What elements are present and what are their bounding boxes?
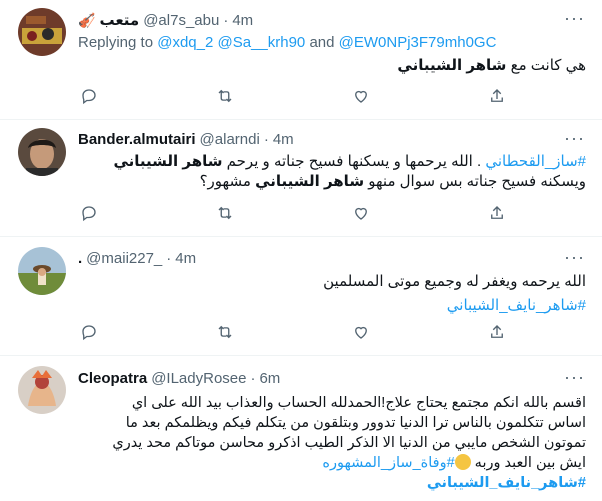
display-name[interactable]: Cleopatra	[78, 370, 147, 387]
tweet-line: اساس تتكلمون بالناس ترا الدنيا تدوور وبت…	[125, 415, 586, 431]
tweet[interactable]: Cleopatra @ILadyRosee · 6m ··· اقسم بالل…	[0, 356, 602, 501]
avatar[interactable]	[18, 128, 66, 176]
timestamp[interactable]: 4m	[273, 131, 294, 148]
display-name[interactable]: متعب	[99, 11, 139, 29]
tweet-actions	[78, 202, 508, 224]
name-badge: 🎻	[78, 11, 96, 28]
smile-emoji-icon	[454, 454, 471, 470]
hashtag-link[interactable]: #ساز_القحطاني	[485, 153, 586, 170]
more-options-icon[interactable]: ···	[564, 129, 584, 152]
dot-separator: ·	[263, 131, 269, 148]
like-icon[interactable]	[350, 321, 372, 343]
hashtag-link[interactable]: #وفاة_ساز_المشهوره	[322, 455, 454, 471]
display-name[interactable]: Bander.almutairi	[78, 131, 196, 148]
user-handle[interactable]: @maii227_	[86, 250, 162, 267]
avatar[interactable]	[18, 247, 66, 295]
user-handle[interactable]: @ILadyRosee	[151, 370, 246, 387]
tweet-text-plain: مشهور؟	[199, 173, 251, 190]
tweet-text: هي كانت مع شاهر الشيباني	[78, 56, 586, 76]
display-name[interactable]: .	[78, 250, 82, 267]
retweet-icon[interactable]	[214, 202, 236, 224]
replying-handle-link[interactable]: @EW0NPj3F79mh0GC	[339, 34, 497, 51]
tweet-header: 🎻 متعب @al7s_abu · 4m	[78, 11, 253, 30]
retweet-icon[interactable]	[214, 321, 236, 343]
tweet-text: #ساز_القحطاني . الله يرحمها و يسكنها فسي…	[78, 152, 586, 192]
avatar-image	[18, 128, 66, 176]
tweet-text-bold: شاهر الشيباني	[113, 153, 223, 170]
tweet-line: تموتون الشخص مايبي من الدنيا الا الذكر ا…	[112, 435, 586, 451]
replying-prefix: Replying to	[78, 34, 154, 51]
share-icon[interactable]	[486, 85, 508, 107]
reply-icon[interactable]	[78, 202, 100, 224]
tweet-line: اقسم بالله انكم مجتمع يحتاج علاج!الحمدلل…	[131, 395, 586, 411]
tweet-text-bold: شاهر الشيباني	[397, 57, 507, 74]
replying-to: Replying to @xdq_2 @Sa__krh90 and @EW0NP…	[78, 34, 496, 51]
reply-icon[interactable]	[78, 321, 100, 343]
tweet-text: الله يرحمه ويغفر له وجميع موتى المسلمين …	[78, 272, 586, 316]
tweet-header: Bander.almutairi @alarndi · 4m	[78, 131, 294, 148]
tweet[interactable]: Bander.almutairi @alarndi · 4m ··· #ساز_…	[0, 120, 602, 236]
replying-and: and	[309, 34, 335, 51]
tweet-text-plain: ويسكنه فسيح جناته بس سوال منهو	[368, 173, 586, 190]
tweet-line: ويسكنه فسيح جناته بس سوال منهو شاهر الشي…	[78, 172, 586, 192]
tweet-text: اقسم بالله انكم مجتمع يحتاج علاج!الحمدلل…	[78, 393, 586, 493]
avatar-image	[18, 366, 66, 414]
tweet-actions	[78, 321, 508, 343]
more-options-icon[interactable]: ···	[564, 248, 584, 271]
tweet-line: #ساز_القحطاني . الله يرحمها و يسكنها فسي…	[78, 152, 586, 172]
timestamp[interactable]: 4m	[175, 250, 196, 267]
dot-separator: ·	[223, 11, 229, 29]
tweet-text-plain: . الله يرحمها و يسكنها فسيح جناته و يرحم	[226, 153, 482, 170]
timestamp[interactable]: 4m	[232, 12, 253, 29]
tweet-header: Cleopatra @ILadyRosee · 6m	[78, 370, 280, 387]
user-handle[interactable]: @alarndi	[200, 131, 260, 148]
tweet-header: . @maii227_ · 4m	[78, 250, 196, 267]
more-options-icon[interactable]: ···	[564, 368, 584, 391]
avatar-image	[18, 247, 66, 295]
tweet-text-plain: ايش بين العبد وربه	[474, 455, 586, 471]
timestamp[interactable]: 6m	[259, 370, 280, 387]
reply-icon[interactable]	[78, 85, 100, 107]
hashtag-link[interactable]: #شاهر_نايف_الشيباني	[78, 473, 586, 493]
tweet-text-bold: شاهر الشيباني	[255, 173, 365, 190]
like-icon[interactable]	[350, 85, 372, 107]
retweet-icon[interactable]	[214, 85, 236, 107]
tweet[interactable]: . @maii227_ · 4m ··· الله يرحمه ويغفر له…	[0, 237, 602, 355]
tweet[interactable]: 🎻 متعب @al7s_abu · 4m ··· Replying to @x…	[0, 0, 602, 120]
replying-handles-link[interactable]: @xdq_2 @Sa__krh90	[157, 34, 305, 51]
dot-separator: ·	[166, 250, 172, 267]
hashtag-link[interactable]: #شاهر_نايف_الشيباني	[78, 296, 586, 316]
tweet-actions	[78, 85, 508, 107]
more-options-icon[interactable]: ···	[564, 9, 584, 32]
like-icon[interactable]	[350, 202, 372, 224]
share-icon[interactable]	[486, 202, 508, 224]
dot-separator: ·	[250, 370, 256, 387]
tweet-text-plain: الله يرحمه ويغفر له وجميع موتى المسلمين	[323, 273, 586, 290]
tweet-line: ايش بين العبد وربه #وفاة_ساز_المشهوره	[78, 453, 586, 473]
user-handle[interactable]: @al7s_abu	[143, 12, 219, 29]
avatar[interactable]	[18, 8, 66, 56]
avatar[interactable]	[18, 366, 66, 414]
share-icon[interactable]	[486, 321, 508, 343]
tweet-text-plain: هي كانت مع	[510, 57, 586, 74]
avatar-image	[18, 8, 66, 56]
